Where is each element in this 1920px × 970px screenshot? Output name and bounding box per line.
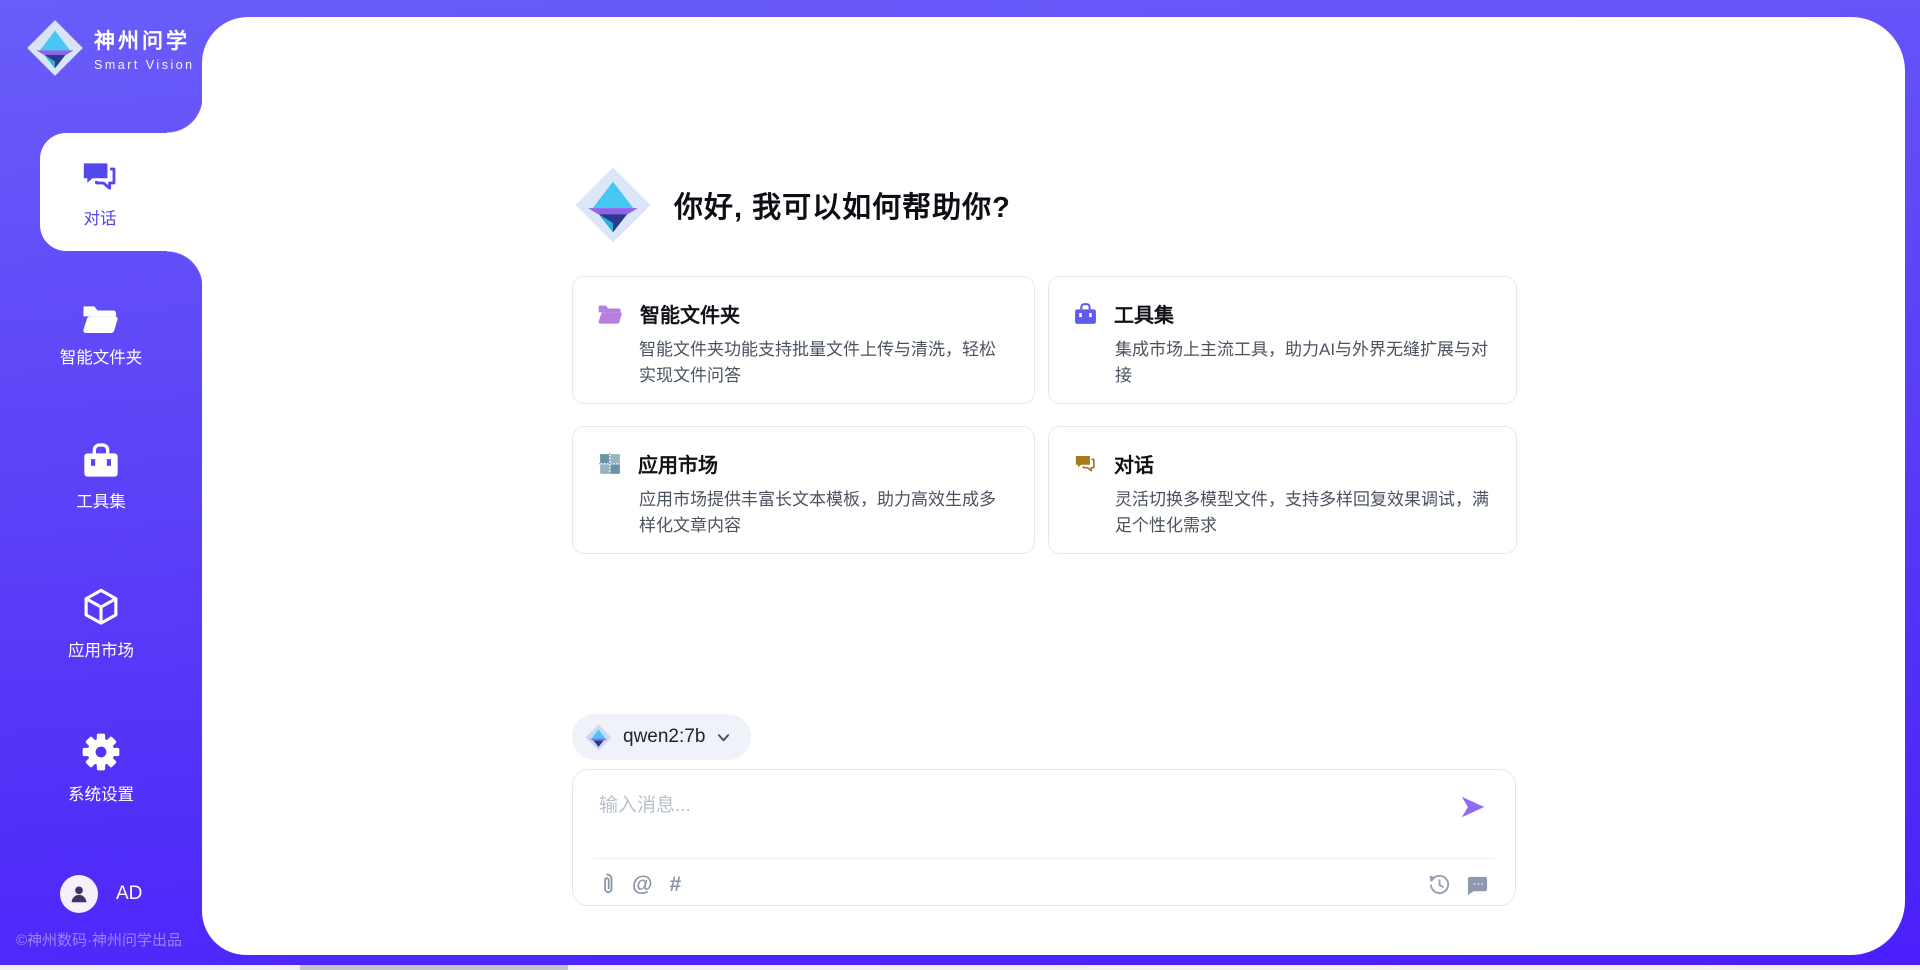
card-title: 对话 bbox=[1114, 449, 1154, 478]
feature-cards: 智能文件夹 智能文件夹功能支持批量文件上传与清洗，轻松实现文件问答 工具集 集成… bbox=[572, 276, 1518, 554]
person-icon bbox=[68, 883, 90, 905]
model-name: qwen2:7b bbox=[623, 726, 705, 748]
sidebar-item-label: 对话 bbox=[84, 205, 117, 229]
card-app-market[interactable]: 应用市场 应用市场提供丰富长文本模板，助力高效生成多样化文章内容 bbox=[572, 426, 1035, 554]
copyright-text: ©神州数码·神州问学出品 bbox=[16, 929, 182, 950]
sidebar-item-label: 智能文件夹 bbox=[60, 344, 143, 368]
model-selector[interactable]: qwen2:7b bbox=[572, 714, 751, 760]
card-description: 智能文件夹功能支持批量文件上传与清洗，轻松实现文件问答 bbox=[639, 337, 1010, 388]
composer-divider bbox=[593, 858, 1495, 859]
at-icon[interactable]: @ bbox=[632, 874, 652, 895]
hash-icon[interactable]: # bbox=[669, 874, 681, 895]
sidebar-item-folders[interactable]: 智能文件夹 bbox=[0, 301, 202, 368]
greeting-block: 你好, 我可以如何帮助你? bbox=[574, 166, 1011, 244]
card-chat[interactable]: 对话 灵活切换多模型文件，支持多样回复效果调试，满足个性化需求 bbox=[1048, 426, 1517, 554]
gem-icon bbox=[585, 724, 612, 751]
card-title: 智能文件夹 bbox=[640, 299, 740, 328]
chat-icon bbox=[1073, 451, 1098, 476]
horizontal-scrollbar-track bbox=[0, 965, 1920, 970]
toolbox-icon bbox=[81, 441, 121, 479]
user-profile[interactable]: AD bbox=[60, 875, 142, 913]
brand-name: 神州问学 bbox=[94, 25, 195, 55]
message-composer: @ # bbox=[572, 769, 1516, 906]
avatar bbox=[60, 875, 98, 913]
cube-icon bbox=[80, 586, 122, 628]
send-icon[interactable] bbox=[1459, 794, 1487, 820]
sidebar-item-chat[interactable]: 对话 bbox=[40, 133, 204, 251]
folder-icon bbox=[81, 301, 121, 335]
history-icon[interactable] bbox=[1428, 873, 1451, 896]
sidebar-item-label: 工具集 bbox=[76, 488, 126, 512]
sidebar-item-app-market[interactable]: 应用市场 bbox=[0, 586, 202, 661]
sidebar-item-label: 应用市场 bbox=[68, 637, 134, 661]
sidebar-item-label: 系统设置 bbox=[68, 781, 134, 805]
horizontal-scrollbar-thumb[interactable] bbox=[300, 965, 568, 970]
main-panel: 你好, 我可以如何帮助你? 智能文件夹 智能文件夹功能支持批量文件上传与清洗，轻… bbox=[202, 17, 1905, 955]
chat-square-icon[interactable] bbox=[1466, 873, 1489, 896]
user-initials: AD bbox=[116, 883, 142, 905]
card-title: 工具集 bbox=[1114, 299, 1174, 328]
brand-subtitle: Smart Vision bbox=[94, 58, 195, 72]
brand-logo: 神州问学 Smart Vision bbox=[26, 19, 195, 77]
gem-logo-icon bbox=[26, 19, 84, 77]
card-toolset[interactable]: 工具集 集成市场上主流工具，助力AI与外界无缝扩展与对接 bbox=[1048, 276, 1517, 404]
message-input[interactable] bbox=[599, 790, 1679, 848]
card-description: 灵活切换多模型文件，支持多样回复效果调试，满足个性化需求 bbox=[1115, 487, 1492, 538]
tab-curve-top bbox=[167, 97, 203, 133]
sidebar-item-settings[interactable]: 系统设置 bbox=[0, 732, 202, 805]
folder-icon bbox=[597, 302, 624, 325]
gem-logo-icon bbox=[574, 166, 652, 244]
card-description: 应用市场提供丰富长文本模板，助力高效生成多样化文章内容 bbox=[639, 487, 1010, 538]
card-smart-folder[interactable]: 智能文件夹 智能文件夹功能支持批量文件上传与清洗，轻松实现文件问答 bbox=[572, 276, 1035, 404]
sidebar-item-toolset[interactable]: 工具集 bbox=[0, 441, 202, 512]
gear-icon bbox=[81, 732, 121, 772]
chevron-down-icon bbox=[716, 730, 731, 745]
card-description: 集成市场上主流工具，助力AI与外界无缝扩展与对接 bbox=[1115, 337, 1492, 388]
toolbox-icon bbox=[1073, 302, 1098, 325]
grid-icon bbox=[597, 451, 622, 476]
tab-curve-bottom bbox=[167, 251, 203, 287]
paperclip-icon[interactable] bbox=[599, 872, 615, 896]
greeting-text: 你好, 我可以如何帮助你? bbox=[674, 184, 1011, 226]
chat-icon bbox=[79, 155, 121, 197]
card-title: 应用市场 bbox=[638, 449, 718, 478]
